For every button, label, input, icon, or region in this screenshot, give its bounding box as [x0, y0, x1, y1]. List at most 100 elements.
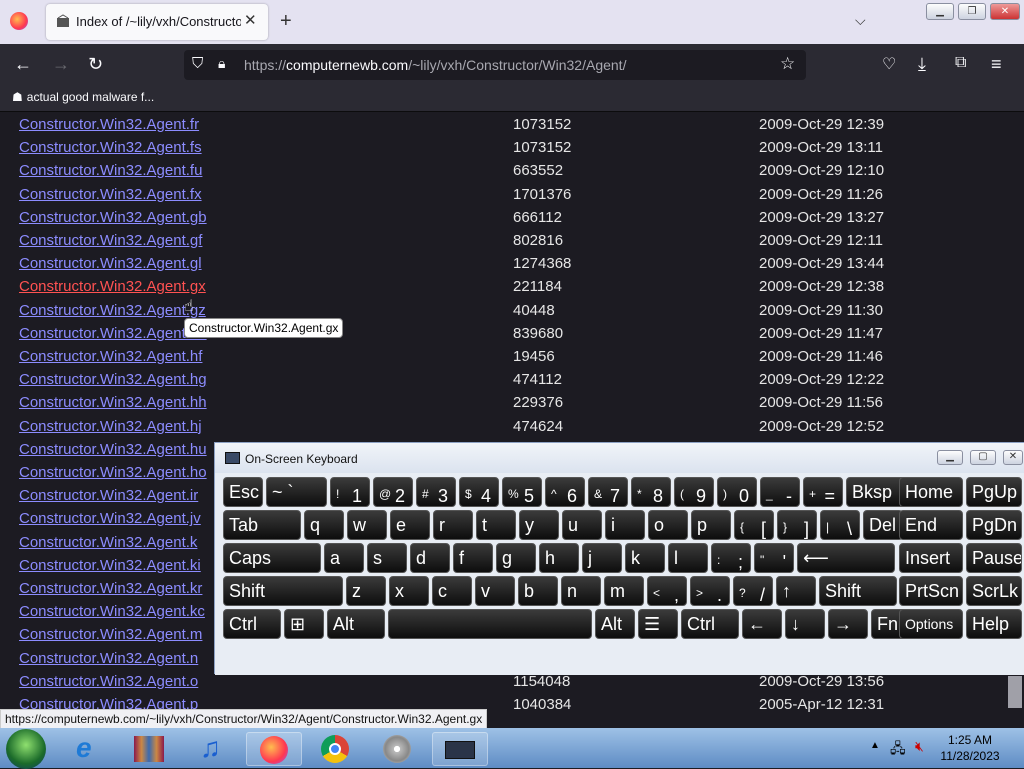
- file-link[interactable]: Constructor.Win32.Agent.o: [19, 673, 198, 690]
- key-Shift[interactable]: Shift: [819, 576, 897, 606]
- file-link[interactable]: Constructor.Win32.Agent.fu: [19, 162, 202, 179]
- key-[interactable]: + =: [803, 477, 843, 507]
- key-1[interactable]: ! 1: [330, 477, 370, 507]
- dvd-player-icon[interactable]: [370, 732, 426, 766]
- osk-maximize-button[interactable]: ▢: [970, 450, 996, 465]
- file-link[interactable]: Constructor.Win32.Agent.hj: [19, 418, 202, 435]
- key-Bksp[interactable]: Bksp: [846, 477, 906, 507]
- download-icon[interactable]: ⤓: [918, 54, 926, 75]
- key-t[interactable]: t: [476, 510, 516, 540]
- file-link[interactable]: Constructor.Win32.Agent.jv: [19, 510, 201, 527]
- tab-close-icon[interactable]: ✕: [244, 11, 257, 29]
- key-Caps[interactable]: Caps: [223, 543, 321, 573]
- file-link[interactable]: Constructor.Win32.Agent.hu: [19, 441, 207, 458]
- key-x[interactable]: x: [389, 576, 429, 606]
- key-[interactable]: ↑: [776, 576, 816, 606]
- key-Esc[interactable]: Esc: [223, 477, 263, 507]
- key-z[interactable]: z: [346, 576, 386, 606]
- key-[interactable]: }]: [777, 510, 817, 540]
- chrome-icon[interactable]: [308, 732, 364, 766]
- key-i[interactable]: i: [605, 510, 645, 540]
- key-[interactable]: " ': [754, 543, 794, 573]
- new-tab-button[interactable]: +: [280, 10, 292, 33]
- key-space[interactable]: [388, 609, 592, 639]
- key-[interactable]: | \: [820, 510, 860, 540]
- key-[interactable]: >.: [690, 576, 730, 606]
- file-link[interactable]: Constructor.Win32.Agent.kc: [19, 603, 205, 620]
- bookmark-item[interactable]: ☗ actual good malware f...: [12, 90, 154, 104]
- key-4[interactable]: $4: [459, 477, 499, 507]
- key-Ctrl[interactable]: Ctrl: [223, 609, 281, 639]
- key-[interactable]: <,: [647, 576, 687, 606]
- key-[interactable]: ⊞: [284, 609, 324, 639]
- key-Del[interactable]: Del: [863, 510, 903, 540]
- restore-button[interactable]: ❐: [958, 3, 986, 20]
- file-link[interactable]: Constructor.Win32.Agent.gl: [19, 255, 202, 272]
- key-PgUp[interactable]: PgUp: [966, 477, 1022, 507]
- osk-close-button[interactable]: ✕: [1003, 450, 1023, 465]
- key-s[interactable]: s: [367, 543, 407, 573]
- osk-minimize-button[interactable]: ▁: [937, 450, 963, 465]
- firefox-taskbar-icon[interactable]: [246, 732, 302, 766]
- file-link[interactable]: Constructor.Win32.Agent.ki: [19, 557, 201, 574]
- key-8[interactable]: * 8: [631, 477, 671, 507]
- back-icon[interactable]: ←: [14, 54, 32, 75]
- bookmark-star-icon[interactable]: ☆: [780, 54, 795, 74]
- key-y[interactable]: y: [519, 510, 559, 540]
- key-6[interactable]: ^ 6: [545, 477, 585, 507]
- file-link[interactable]: Constructor.Win32.Agent.fx: [19, 186, 202, 203]
- on-screen-keyboard-taskbar-icon[interactable]: [432, 732, 488, 766]
- ie-icon[interactable]: e: [62, 732, 118, 766]
- file-link[interactable]: Constructor.Win32.Agent.m: [19, 626, 202, 643]
- file-link[interactable]: Constructor.Win32.Agent.gf: [19, 232, 202, 249]
- key-[interactable]: ☰: [638, 609, 678, 639]
- key-w[interactable]: w: [347, 510, 387, 540]
- key-ScrLk[interactable]: ScrLk: [966, 576, 1022, 606]
- key-[interactable]: {[: [734, 510, 774, 540]
- file-link[interactable]: Constructor.Win32.Agent.gz: [19, 302, 206, 319]
- file-link[interactable]: Constructor.Win32.Agent.hf: [19, 348, 202, 365]
- lock-icon[interactable]: 🔒︎: [218, 55, 225, 72]
- key-p[interactable]: p: [691, 510, 731, 540]
- key-[interactable]: _ -: [760, 477, 800, 507]
- key-3[interactable]: #3: [416, 477, 456, 507]
- file-link[interactable]: Constructor.Win32.Agent.kr: [19, 580, 202, 597]
- key-0[interactable]: ) 0: [717, 477, 757, 507]
- file-link[interactable]: Constructor.Win32.Agent.hh: [19, 394, 207, 411]
- key-b[interactable]: b: [518, 576, 558, 606]
- key-Insert[interactable]: Insert: [899, 543, 963, 573]
- start-button-icon[interactable]: [6, 729, 46, 769]
- key-7[interactable]: & 7: [588, 477, 628, 507]
- key-[interactable]: →: [828, 609, 868, 639]
- key-2[interactable]: @2: [373, 477, 413, 507]
- key-Options[interactable]: Options: [899, 609, 963, 639]
- key-f[interactable]: f: [453, 543, 493, 573]
- key-Ctrl[interactable]: Ctrl: [681, 609, 739, 639]
- key-Tab[interactable]: Tab: [223, 510, 301, 540]
- key-[interactable]: ←: [742, 609, 782, 639]
- winrar-icon[interactable]: [122, 732, 178, 766]
- osk-titlebar[interactable]: On-Screen Keyboard ▁ ▢ ✕: [215, 443, 1024, 473]
- key-c[interactable]: c: [432, 576, 472, 606]
- key-h[interactable]: h: [539, 543, 579, 573]
- tray-expand-icon[interactable]: ▲: [870, 740, 880, 751]
- url-bar[interactable]: ⛉ 🔒︎ https://computernewb.com/~lily/vxh/…: [184, 50, 806, 80]
- key-PrtScn[interactable]: PrtScn: [899, 576, 963, 606]
- close-window-button[interactable]: ✕: [990, 3, 1020, 20]
- key-[interactable]: ↓: [785, 609, 825, 639]
- minimize-button[interactable]: ▁: [926, 3, 954, 20]
- key-[interactable]: ~ `: [266, 477, 327, 507]
- file-link[interactable]: Constructor.Win32.Agent.n: [19, 650, 198, 667]
- key-m[interactable]: m: [604, 576, 644, 606]
- key-9[interactable]: (9: [674, 477, 714, 507]
- key-l[interactable]: l: [668, 543, 708, 573]
- key-Alt[interactable]: Alt: [595, 609, 635, 639]
- key-g[interactable]: g: [496, 543, 536, 573]
- key-PgDn[interactable]: PgDn: [966, 510, 1022, 540]
- key-Pause[interactable]: Pause: [966, 543, 1022, 573]
- key-Help[interactable]: Help: [966, 609, 1022, 639]
- key-d[interactable]: d: [410, 543, 450, 573]
- scrollbar-thumb[interactable]: [1008, 676, 1022, 708]
- file-link[interactable]: Constructor.Win32.Agent.ho: [19, 464, 207, 481]
- extensions-icon[interactable]: ⧉: [955, 54, 966, 72]
